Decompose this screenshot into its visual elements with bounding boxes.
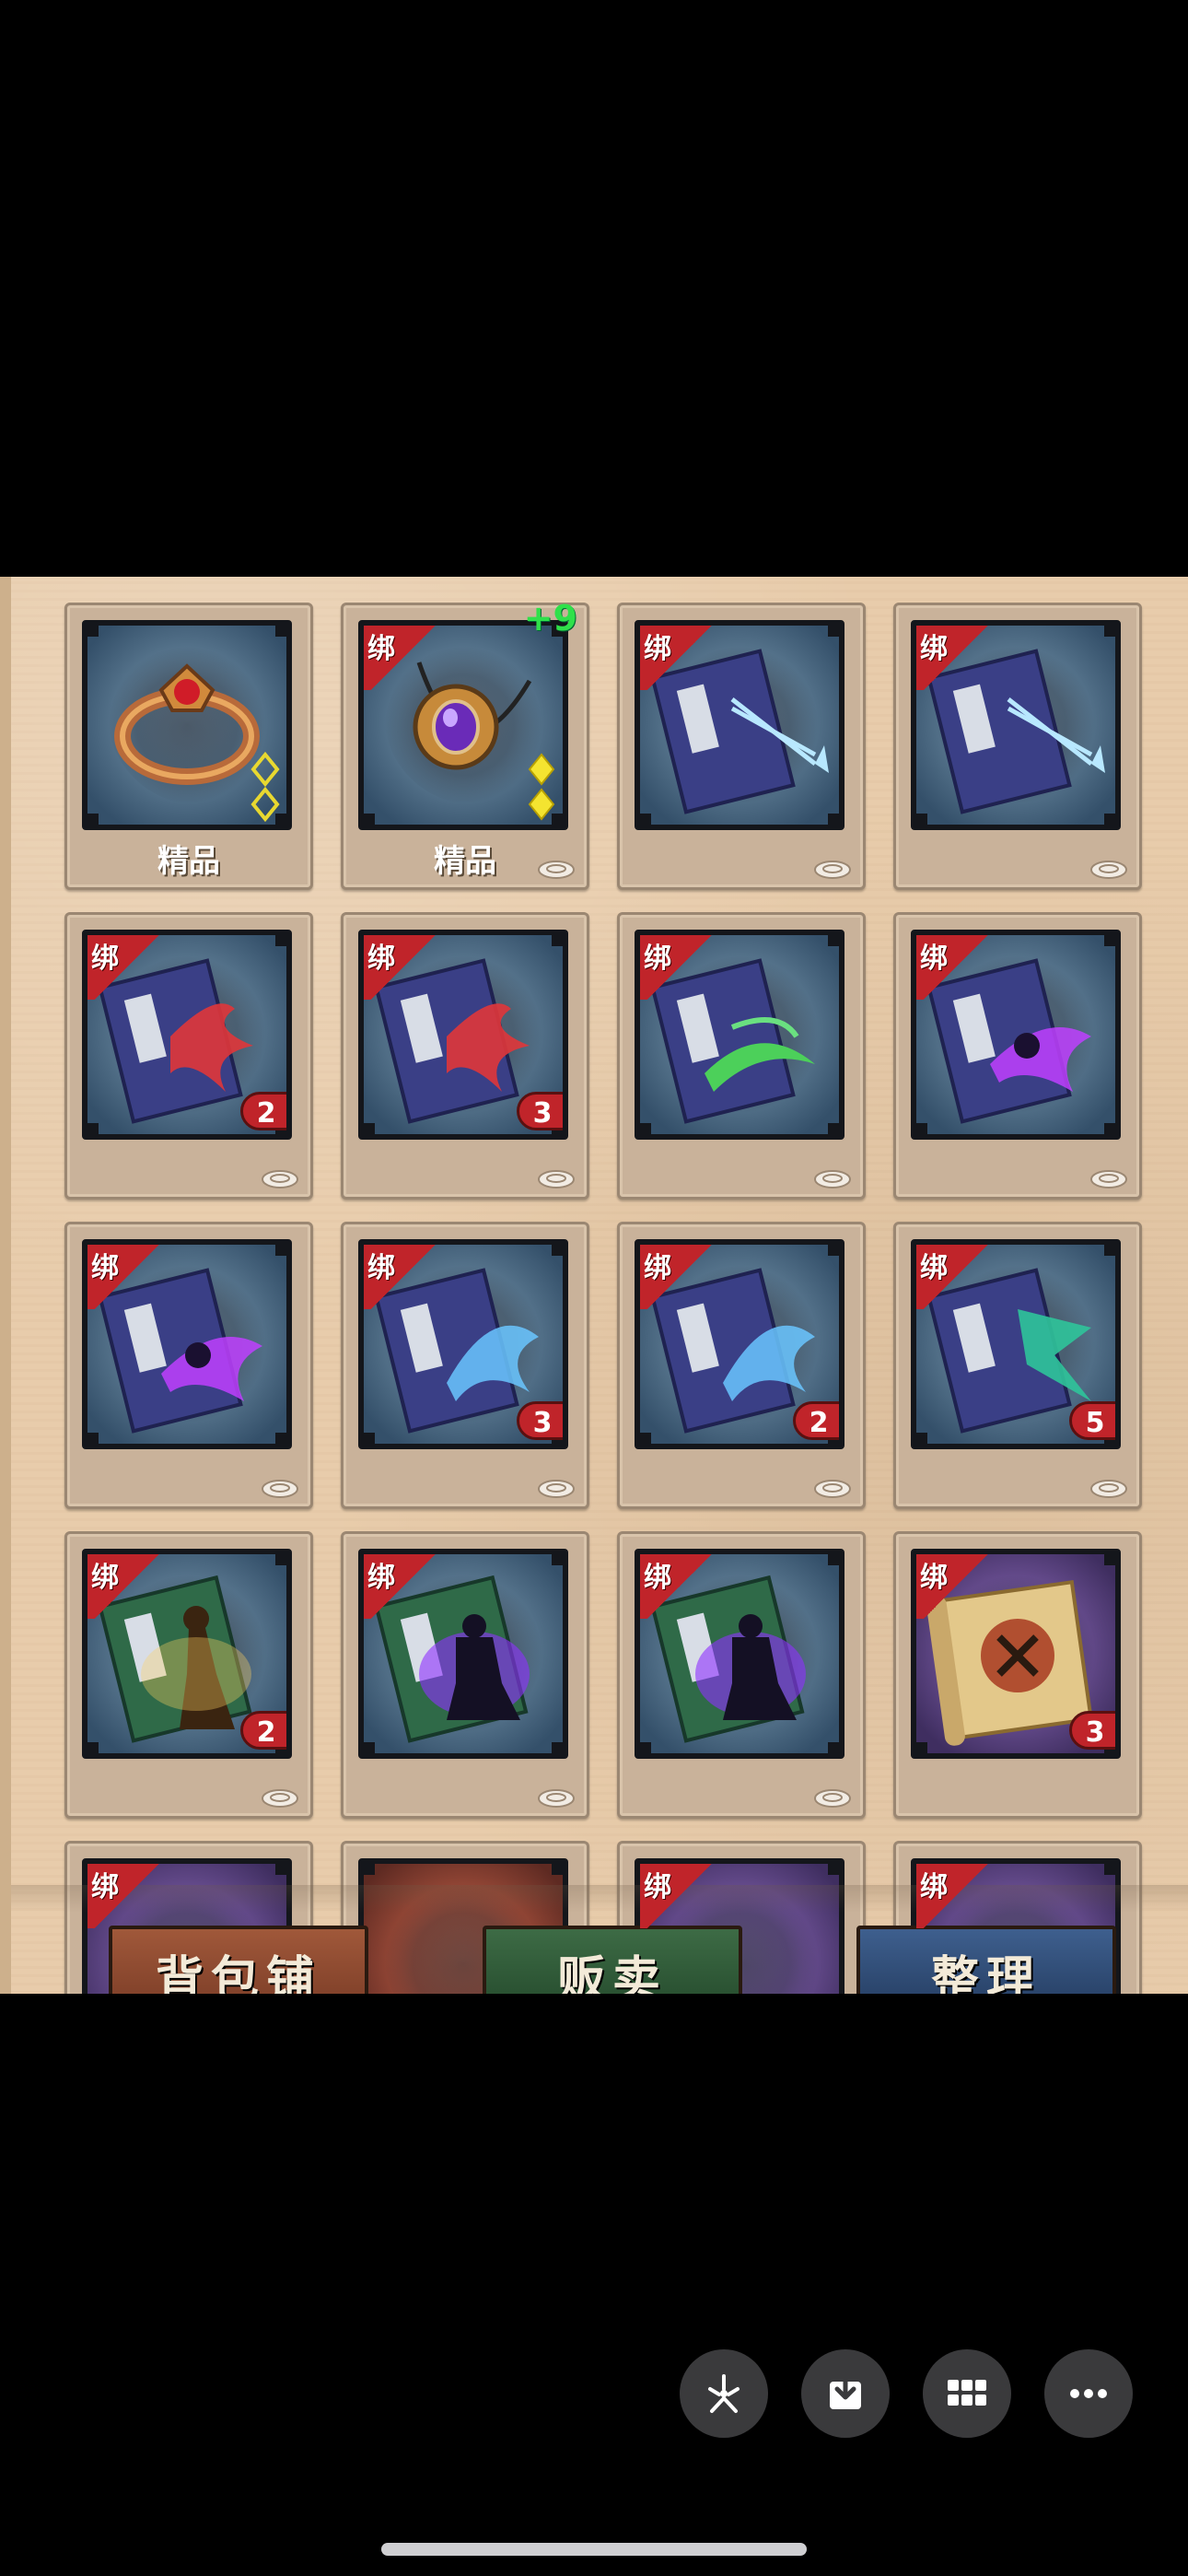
coin-icon xyxy=(261,1788,299,1809)
inventory-slot[interactable]: 绑5 xyxy=(893,1222,1142,1509)
enhance-level: +9 xyxy=(523,598,577,638)
bound-badge: 绑 xyxy=(364,935,443,1000)
coin-icon xyxy=(1089,1169,1128,1189)
action-bar: 背包铺 贩卖 整理 xyxy=(11,1926,1188,1994)
stack-count-badge: 3 xyxy=(1069,1711,1115,1750)
bound-badge: 绑 xyxy=(916,1245,996,1309)
bound-badge: 绑 xyxy=(87,935,167,1000)
inventory-slot[interactable]: 精品 xyxy=(64,603,313,890)
sort-button[interactable]: 整理 xyxy=(856,1926,1116,1994)
item-tile: 绑 xyxy=(911,930,1121,1140)
item-tile: 绑5 xyxy=(911,1239,1121,1449)
item-tile: 绑3 xyxy=(911,1549,1121,1759)
item-tile xyxy=(82,620,292,830)
inventory-slot[interactable]: 绑2 xyxy=(64,912,313,1200)
download-icon[interactable] xyxy=(801,2349,890,2438)
bound-badge: 绑 xyxy=(916,1554,996,1619)
item-tile: 绑3 xyxy=(358,1239,568,1449)
stack-count-badge: 2 xyxy=(793,1401,839,1440)
bound-badge: 绑 xyxy=(640,935,719,1000)
bound-badge: 绑 xyxy=(364,1245,443,1309)
photo-toolbar xyxy=(0,2349,1188,2438)
inventory-slot[interactable]: 绑 xyxy=(893,912,1142,1200)
quality-label: 精品 xyxy=(157,843,220,880)
grid-icon[interactable] xyxy=(923,2349,1011,2438)
coin-icon xyxy=(537,1169,576,1189)
bound-badge: 绑 xyxy=(364,626,443,690)
item-tile: 绑2 xyxy=(82,930,292,1140)
bound-badge: 绑 xyxy=(640,1864,719,1928)
item-tile: 绑 xyxy=(635,1549,844,1759)
inventory-slot[interactable]: 绑2 xyxy=(617,1222,866,1509)
bound-badge: 绑 xyxy=(87,1554,167,1619)
coin-icon xyxy=(537,1788,576,1809)
item-tile: 绑 xyxy=(635,930,844,1140)
inventory-slot[interactable]: 绑 xyxy=(617,1531,866,1819)
home-indicator[interactable] xyxy=(381,2543,807,2556)
inventory-slot[interactable]: 绑3 xyxy=(341,1222,589,1509)
bound-badge: 绑 xyxy=(916,935,996,1000)
coin-icon xyxy=(261,1169,299,1189)
inventory-slot[interactable]: 绑3 xyxy=(893,1531,1142,1819)
bound-badge: 绑 xyxy=(640,626,719,690)
inventory-slot[interactable]: 绑 xyxy=(341,1531,589,1819)
asterisk-icon[interactable] xyxy=(680,2349,768,2438)
stack-count-badge: 2 xyxy=(240,1092,286,1130)
quality-diamond-icon xyxy=(250,751,281,825)
bound-badge: 绑 xyxy=(364,1554,443,1619)
item-tile: 绑 xyxy=(82,1239,292,1449)
bag-button[interactable]: 背包铺 xyxy=(109,1926,368,1994)
item-tile: 绑 xyxy=(635,620,844,830)
inventory-slot[interactable]: 绑 xyxy=(617,603,866,890)
coin-icon xyxy=(261,1479,299,1499)
item-tile: 绑 xyxy=(358,620,568,830)
inventory-slot[interactable]: 绑 xyxy=(893,603,1142,890)
bound-badge: 绑 xyxy=(916,1864,996,1928)
bound-badge: 绑 xyxy=(87,1864,167,1928)
inventory-slot[interactable]: +9 绑精品 xyxy=(341,598,589,890)
item-tile: 绑2 xyxy=(82,1549,292,1759)
bound-badge: 绑 xyxy=(87,1245,167,1309)
inventory-slot[interactable]: 绑3 xyxy=(341,912,589,1200)
coin-icon xyxy=(813,860,852,880)
coin-icon xyxy=(813,1788,852,1809)
more-icon[interactable] xyxy=(1044,2349,1133,2438)
quality-diamond-icon xyxy=(526,751,557,825)
stack-count-badge: 2 xyxy=(240,1711,286,1750)
item-tile: 绑3 xyxy=(358,930,568,1140)
bound-badge: 绑 xyxy=(916,626,996,690)
bound-badge: 绑 xyxy=(640,1245,719,1309)
coin-icon xyxy=(537,860,576,880)
bound-badge: 绑 xyxy=(640,1554,719,1619)
stack-count-badge: 3 xyxy=(517,1401,563,1440)
stack-count-badge: 5 xyxy=(1069,1401,1115,1440)
inventory-slot[interactable]: 绑2 xyxy=(64,1531,313,1819)
stack-count-badge: 3 xyxy=(517,1092,563,1130)
coin-icon xyxy=(813,1169,852,1189)
coin-icon xyxy=(537,1479,576,1499)
item-tile: 绑2 xyxy=(635,1239,844,1449)
item-tile: 绑 xyxy=(358,1549,568,1759)
coin-icon xyxy=(1089,860,1128,880)
coin-icon xyxy=(813,1479,852,1499)
game-viewport: 精品 +9 绑精品绑绑绑 2 绑 3 绑绑绑绑 3 绑 2 绑 5 绑 2 绑绑绑 3 绑绑绑 背包铺 贩卖 整… xyxy=(0,577,1188,1994)
item-tile: 绑 xyxy=(911,620,1121,830)
coin-icon xyxy=(1089,1479,1128,1499)
inventory-slot[interactable]: 绑 xyxy=(64,1222,313,1509)
inventory-slot[interactable]: 绑 xyxy=(617,912,866,1200)
sell-button[interactable]: 贩卖 xyxy=(483,1926,742,1994)
